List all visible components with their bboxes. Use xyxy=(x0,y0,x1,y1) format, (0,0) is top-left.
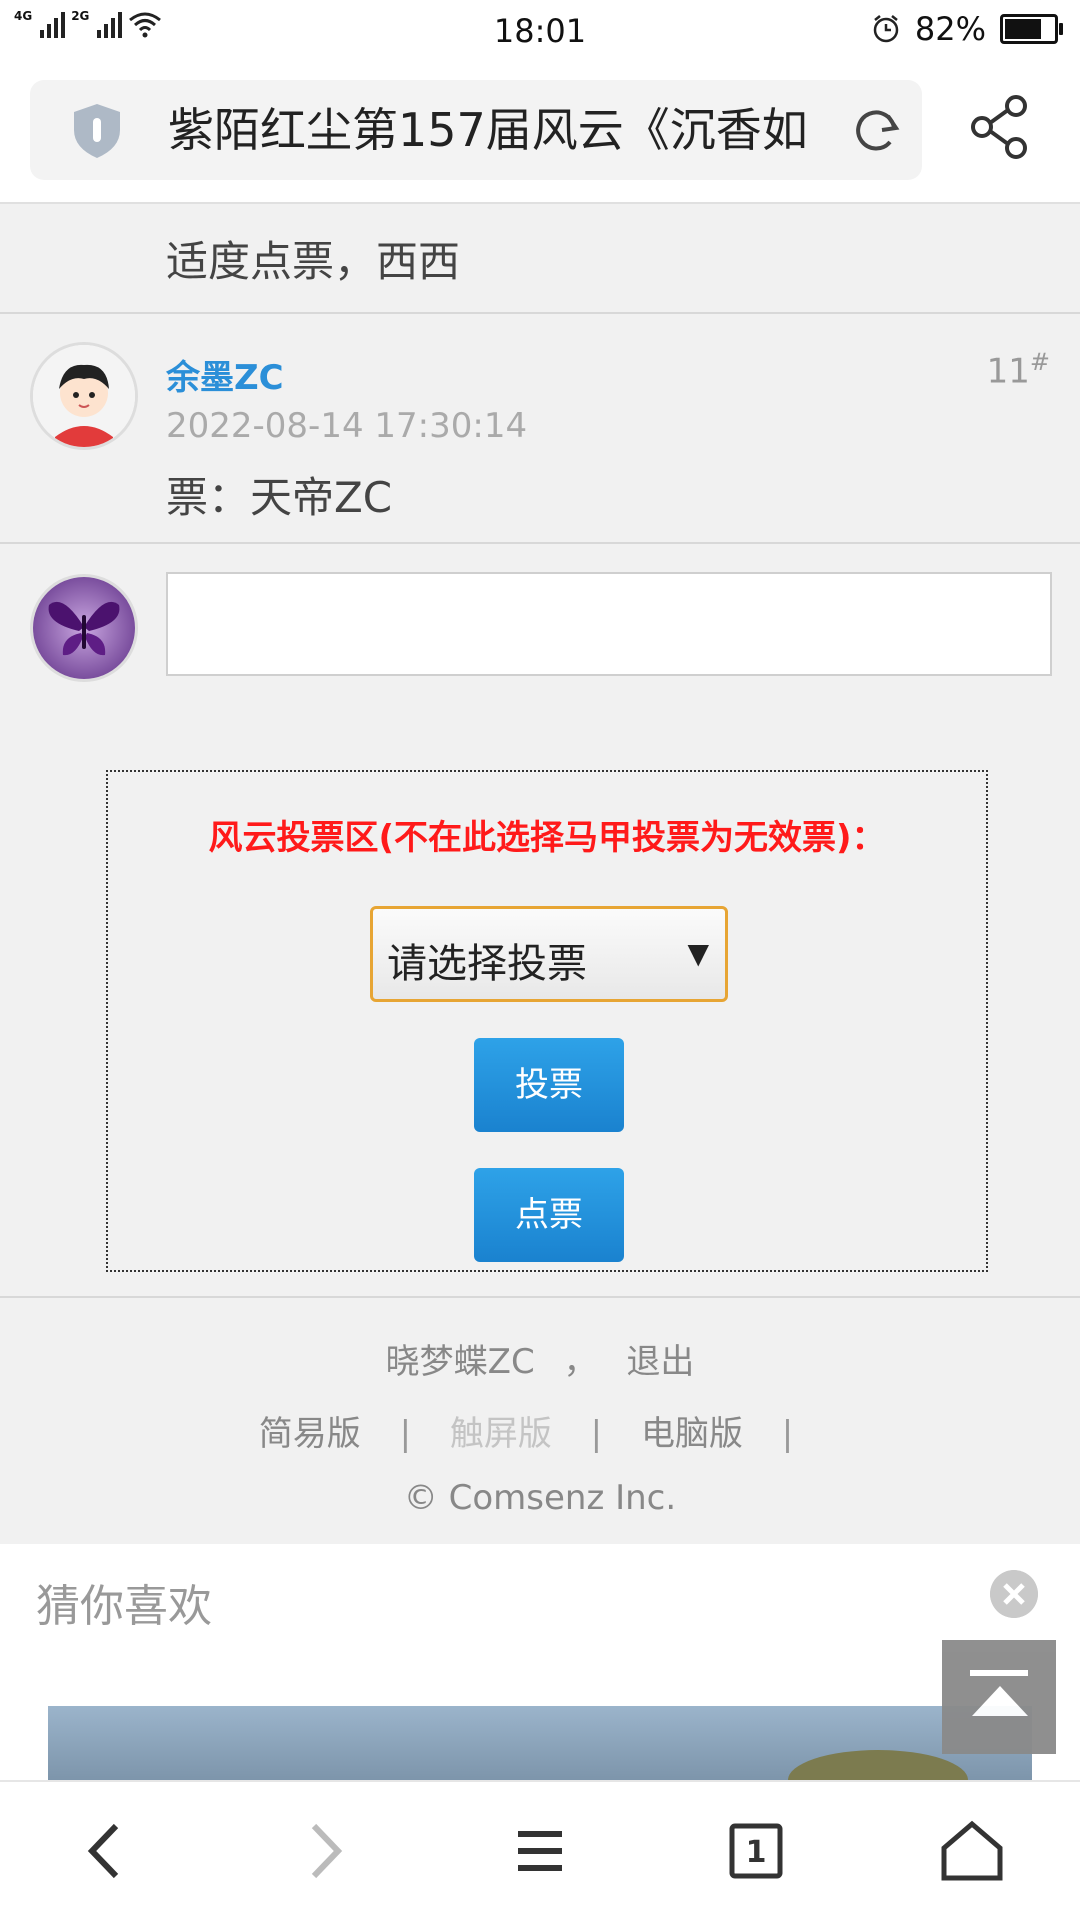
avatar[interactable] xyxy=(30,342,138,450)
boy-avatar-icon xyxy=(33,345,135,447)
post-timestamp: 2022-08-14 17:30:14 xyxy=(166,406,528,446)
recommendations-title: 猜你喜欢 xyxy=(36,1581,212,1632)
menu-icon[interactable] xyxy=(500,1816,580,1886)
footer: 晓梦蝶ZC ， 退出 简易版 | 触屏版 | 电脑版 | © Comsenz I… xyxy=(0,1296,1080,1548)
simple-version-link[interactable]: 简易版 xyxy=(259,1414,361,1454)
svg-text:1: 1 xyxy=(746,1835,767,1870)
butterfly-avatar-icon xyxy=(33,577,135,679)
post-username[interactable]: 余墨ZC xyxy=(166,350,284,399)
status-bar: 4G 2G 18:01 82% xyxy=(0,0,1080,62)
floor-value: 11 xyxy=(986,351,1030,392)
vote-select-label: 请选择投票 xyxy=(387,941,587,987)
back-icon[interactable] xyxy=(66,1816,146,1886)
up-arrow-icon xyxy=(972,1686,1028,1716)
touch-version-link: 触屏版 xyxy=(449,1414,552,1454)
copyright: © Comsenz Inc. xyxy=(403,1478,677,1518)
thread-content: 适度点票，西西 余墨ZC 11# 2022-08-14 17:30:14 票：天… xyxy=(0,204,1080,1518)
recommendation-image[interactable] xyxy=(48,1706,1032,1780)
battery-level xyxy=(1005,19,1041,39)
browser-bottom-nav: 1 xyxy=(0,1780,1080,1922)
vote-button[interactable]: 投票 xyxy=(474,1038,624,1132)
footer-username[interactable]: 晓梦蝶ZC xyxy=(386,1342,535,1382)
vote-panel: 风云投票区(不在此选择马甲投票为无效票)： 请选择投票 ▼ 投票 点票 xyxy=(106,770,988,1272)
reply-area xyxy=(0,544,1080,684)
landscape-image xyxy=(788,1750,968,1780)
dropdown-arrow-icon: ▼ xyxy=(687,937,709,970)
vote-select[interactable]: 请选择投票 ▼ xyxy=(370,906,728,1002)
post-item: 余墨ZC 11# 2022-08-14 17:30:14 票：天帝ZC xyxy=(0,314,1080,544)
battery-icon xyxy=(1000,14,1063,44)
logout-link[interactable]: 退出 xyxy=(626,1342,694,1382)
share-icon[interactable] xyxy=(970,94,1030,160)
floor-number: 11# xyxy=(987,348,1050,391)
forward-icon[interactable] xyxy=(284,1816,364,1886)
footer-version-links: 简易版 | 触屏版 | 电脑版 | xyxy=(0,1406,1080,1455)
back-to-top-button[interactable] xyxy=(942,1640,1056,1754)
reload-icon[interactable] xyxy=(852,106,902,156)
page-title[interactable]: 紫陌红尘第157届风云《沉香如 xyxy=(168,100,858,160)
browser-toolbar: 紫陌红尘第157届风云《沉香如 xyxy=(0,62,1080,204)
back-to-top-icon xyxy=(970,1670,1028,1676)
separator: | xyxy=(781,1414,794,1454)
recommendations-panel: 猜你喜欢 xyxy=(0,1544,1080,1780)
shield-icon[interactable] xyxy=(70,102,124,160)
my-avatar[interactable] xyxy=(30,574,138,682)
battery-percent: 82% xyxy=(914,10,986,48)
floor-suffix: # xyxy=(1029,348,1050,376)
separator: | xyxy=(399,1414,412,1454)
footer-user-line: 晓梦蝶ZC ， 退出 xyxy=(0,1334,1080,1383)
separator: | xyxy=(590,1414,603,1454)
count-votes-button[interactable]: 点票 xyxy=(474,1168,624,1262)
home-icon[interactable] xyxy=(932,1816,1012,1886)
desktop-version-link[interactable]: 电脑版 xyxy=(641,1414,743,1454)
post-body: 票：天帝ZC xyxy=(166,473,393,522)
tabs-icon[interactable]: 1 xyxy=(716,1816,796,1886)
reply-input[interactable] xyxy=(166,572,1052,676)
footer-comma: ， xyxy=(563,1342,598,1382)
status-right: 82% xyxy=(871,10,1063,48)
previous-post-text: 适度点票，西西 xyxy=(166,237,461,286)
previous-post: 适度点票，西西 xyxy=(0,204,1080,314)
address-bar[interactable]: 紫陌红尘第157届风云《沉香如 xyxy=(30,80,922,180)
close-icon[interactable] xyxy=(990,1570,1038,1618)
vote-title: 风云投票区(不在此选择马甲投票为无效票)： xyxy=(208,818,886,858)
alarm-icon xyxy=(873,15,899,43)
